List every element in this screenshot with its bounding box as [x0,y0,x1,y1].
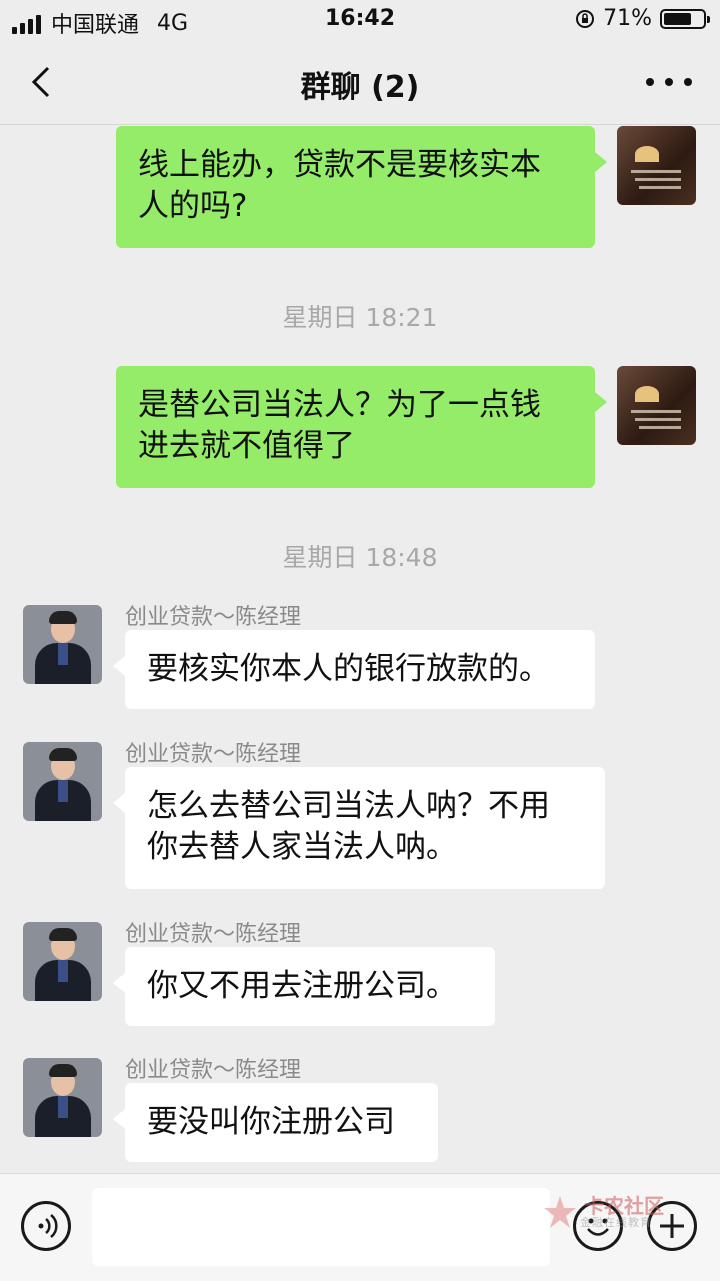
message-text: 你又不用去注册公司。 [147,968,457,1004]
sender-name: 创业贷款～陈经理 [125,1058,302,1083]
message-text: 要核实你本人的银行放款的。 [147,651,550,687]
watermark-logo-icon [544,1196,576,1228]
battery-percent: 71% [603,6,652,31]
sender-name: 创业贷款～陈经理 [125,742,302,767]
battery-icon [660,8,710,29]
message-text: 线上能办，贷款不是要核实本 人的吗? [138,147,541,224]
message-bubble-received[interactable]: 你又不用去注册公司。 [113,947,495,1026]
chat-title: 群聊 (2) [300,70,420,105]
avatar[interactable] [617,126,696,205]
chat-header: 群聊 (2) [0,40,720,125]
timestamp: 星期日 18:48 [282,543,438,572]
message-bubble-received[interactable]: 要没叫你注册公司 [113,1083,438,1162]
avatar[interactable] [23,742,102,821]
watermark-subtitle: 金融在线教育 [580,1216,652,1229]
timestamp: 星期日 18:21 [282,303,438,332]
voice-icon[interactable] [21,1201,71,1251]
message-input[interactable] [92,1188,550,1266]
avatar[interactable] [23,605,102,684]
avatar[interactable] [617,366,696,445]
status-right: 71% [575,6,710,31]
watermark: 卡农社区 金融在线教育 [540,1188,670,1238]
message-text: 是替公司当法人？为了一点钱 进去就不值得了 [138,387,541,464]
message-bubble-received[interactable]: 怎么去替公司当法人呐？不用 你去替人家当法人呐。 [113,767,605,889]
sender-name: 创业贷款～陈经理 [125,605,302,630]
avatar[interactable] [23,1058,102,1137]
message-bubble-sent[interactable]: 线上能办，贷款不是要核实本 人的吗? [116,126,607,248]
avatar[interactable] [23,922,102,1001]
more-icon[interactable] [646,70,692,94]
rotation-lock-icon [576,9,595,28]
status-bar: 中国联通 4G 16:42 71% [0,0,720,40]
message-list[interactable]: 线上能办，贷款不是要核实本 人的吗? 星期日 18:21 是替公司当法人？为了一… [0,125,720,1173]
message-bubble-received[interactable]: 要核实你本人的银行放款的。 [113,630,595,709]
message-bubble-sent[interactable]: 是替公司当法人？为了一点钱 进去就不值得了 [116,366,607,488]
message-text: 怎么去替公司当法人呐？不用 你去替人家当法人呐。 [147,788,550,865]
sender-name: 创业贷款～陈经理 [125,922,302,947]
message-text: 要没叫你注册公司 [147,1104,395,1140]
